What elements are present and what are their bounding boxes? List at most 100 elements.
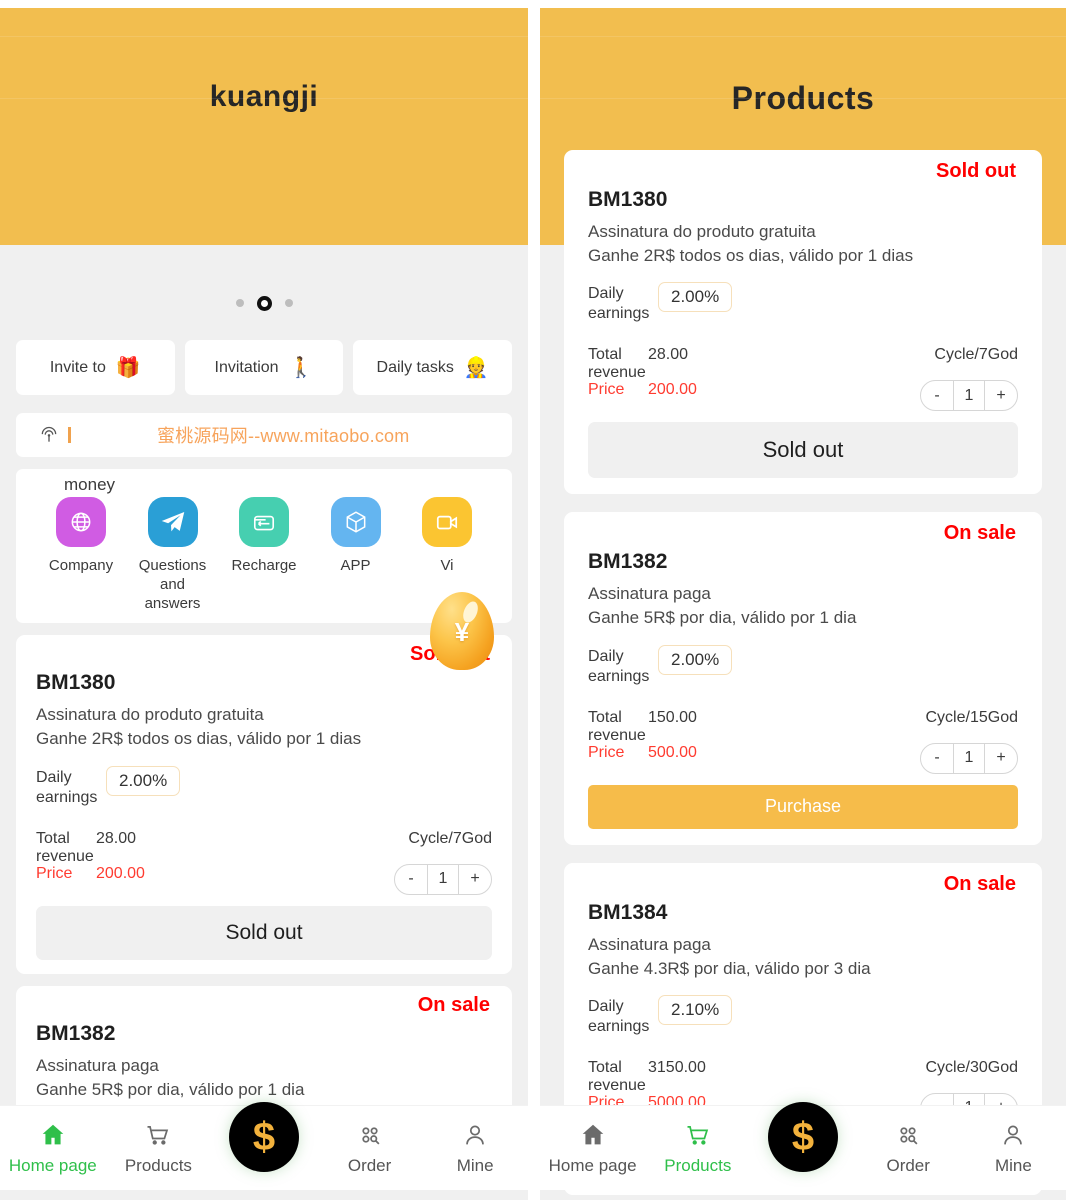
feature-label: APP (340, 557, 371, 574)
status-badge: On sale (943, 872, 1016, 895)
product-name: BM1380 (588, 188, 668, 211)
total-label: Total (36, 829, 70, 847)
quantity-increment-button[interactable]: + (985, 744, 1017, 773)
quantity-stepper[interactable]: - 1 + (920, 742, 1018, 774)
cycle-label: Cycle/7God (934, 346, 1018, 364)
feature-item-app[interactable]: APP (315, 497, 397, 613)
tab-label: Home page (548, 1155, 637, 1175)
product-meta: Total 150.00 revenue Price 500.00 Cycle/15… (588, 708, 1019, 774)
carousel-dot-2[interactable] (284, 299, 293, 307)
quick-action-label: Invite to (49, 358, 106, 376)
quantity-value[interactable]: 1 (427, 864, 459, 894)
daily-earnings-value: 2.10% (658, 994, 733, 1025)
order-icon (361, 1126, 380, 1144)
tab-label: Mine (994, 1155, 1032, 1175)
tab-home-page[interactable]: Home page (0, 1121, 106, 1176)
cycle-label: Cycle/15God (925, 708, 1019, 726)
dollar-fab-icon[interactable]: $ (229, 1102, 299, 1172)
golden-egg-icon[interactable]: ¥ (430, 592, 494, 670)
egg-currency-symbol: ¥ (454, 616, 470, 647)
tab-products[interactable]: Products (106, 1121, 212, 1176)
tab-label: Order (347, 1155, 392, 1175)
quick-action-invite-to[interactable]: Invite to 🎁 (16, 340, 175, 395)
product-desc-line2: Ganhe 2R$ todos os dias, válido por 1 di… (588, 246, 914, 266)
quantity-value[interactable]: 1 (953, 381, 985, 411)
left-header-title: kuangji (209, 80, 319, 113)
total-value: 28.00 (648, 346, 689, 364)
product-card[interactable]: On sale BM1382 Assinatura paga Ganhe 5R$… (564, 512, 1042, 845)
quick-action-invitation[interactable]: Invitation 🚶 (184, 340, 344, 395)
right-bottom-tabbar: Home page Products Order Mine $ (540, 1102, 1066, 1190)
quantity-increment-button[interactable]: + (459, 865, 491, 894)
daily-earnings-row: Daily earnings 2.00% (36, 765, 492, 808)
tab-products[interactable]: Products (645, 1121, 750, 1176)
quick-action-daily-tasks[interactable]: Daily tasks 👷 (353, 340, 513, 395)
daily-earnings-value: 2.00% (658, 282, 733, 313)
notice-divider (68, 427, 71, 443)
left-bottom-tabbar: Home page Products Order Mine $ (0, 1102, 528, 1190)
price-label: Price (588, 743, 625, 761)
product-cta-button[interactable]: Sold out (588, 422, 1018, 479)
quantity-stepper[interactable]: - 1 + (394, 863, 492, 895)
tab-label: Products (124, 1155, 192, 1175)
carousel-dot-1[interactable] (256, 295, 272, 311)
tab-label: Products (664, 1155, 732, 1175)
icon-grid-top-label: money (64, 475, 116, 494)
quantity-decrement-button[interactable]: - (395, 865, 427, 894)
screenshot-root: kuangji Invite to 🎁 Invitation 🚶 Daily t… (0, 0, 1090, 1200)
product-desc-line2: Ganhe 5R$ por dia, válido por 1 dia (36, 1079, 305, 1099)
product-desc-line1: Assinatura paga (588, 584, 711, 604)
quantity-value[interactable]: 1 (953, 743, 985, 773)
product-cta-button[interactable]: Sold out (36, 905, 492, 960)
video-icon (422, 497, 472, 547)
right-phone-frame: Products Sold out BM1380 Assinatura do p… (540, 0, 1066, 1200)
home-icon (42, 1124, 64, 1144)
daily-earnings-label-2: earnings (588, 305, 650, 323)
order-icon (900, 1126, 918, 1144)
quantity-increment-button[interactable]: + (985, 381, 1017, 410)
total-label: Total (588, 346, 622, 364)
daily-earnings-value: 2.00% (106, 765, 181, 796)
cart-icon (147, 1125, 169, 1145)
feature-label: Questions and answers (138, 557, 207, 612)
notice-marquee-bar[interactable]: 蜜桃源码网--www.mitaobo.com (16, 413, 512, 457)
left-phone-frame: kuangji Invite to 🎁 Invitation 🚶 Daily t… (0, 0, 528, 1200)
daily-earnings-row: Daily earnings 2.10% (588, 994, 1018, 1037)
daily-earnings-label-2: earnings (36, 788, 98, 806)
feature-item-questions[interactable]: Questions and answers (132, 497, 214, 613)
product-cta-button[interactable]: Purchase (588, 784, 1018, 829)
product-card[interactable]: Sold out BM1380 Assinatura do produto gr… (564, 150, 1042, 495)
price-value: 200.00 (96, 864, 145, 882)
total-label: Total (588, 708, 622, 726)
cart-icon (687, 1125, 708, 1145)
quantity-stepper[interactable]: - 1 + (920, 380, 1018, 412)
daily-earnings-row: Daily earnings 2.00% (588, 282, 1018, 324)
tab-order[interactable]: Order (317, 1121, 423, 1176)
product-name: BM1380 (36, 671, 116, 695)
tab-label: Mine (456, 1155, 494, 1175)
tab-mine[interactable]: Mine (961, 1121, 1066, 1176)
telegram-icon (147, 497, 198, 547)
feature-item-company[interactable]: Company (40, 497, 122, 613)
total-value: 3150.00 (648, 1058, 706, 1076)
dollar-fab-icon[interactable]: $ (768, 1102, 838, 1172)
daily-earnings-value: 2.00% (658, 644, 733, 675)
tab-order[interactable]: Order (856, 1121, 961, 1176)
product-card[interactable]: Sold out BM1380 Assinatura do produto gr… (16, 635, 512, 974)
feature-item-recharge[interactable]: Recharge (223, 497, 305, 613)
quantity-decrement-button[interactable]: - (921, 744, 953, 773)
tab-home-page[interactable]: Home page (540, 1121, 645, 1176)
banner-carousel-dots[interactable] (0, 280, 528, 326)
product-desc-line2: Ganhe 2R$ todos os dias, válido por 1 di… (36, 729, 362, 749)
quantity-decrement-button[interactable]: - (921, 381, 953, 410)
product-desc-line1: Assinatura paga (36, 1055, 159, 1075)
tab-mine[interactable]: Mine (422, 1121, 528, 1176)
product-desc-line1: Assinatura do produto gratuita (36, 705, 264, 725)
daily-earnings-label-2: earnings (588, 1017, 650, 1035)
person-invite-icon: 🚶 (288, 356, 314, 379)
user-icon (466, 1124, 484, 1144)
revenue-label: revenue (36, 847, 94, 865)
carousel-dot-0[interactable] (235, 299, 244, 307)
product-desc-line2: Ganhe 5R$ por dia, válido por 1 dia (588, 608, 857, 628)
wallet-icon (239, 497, 289, 547)
